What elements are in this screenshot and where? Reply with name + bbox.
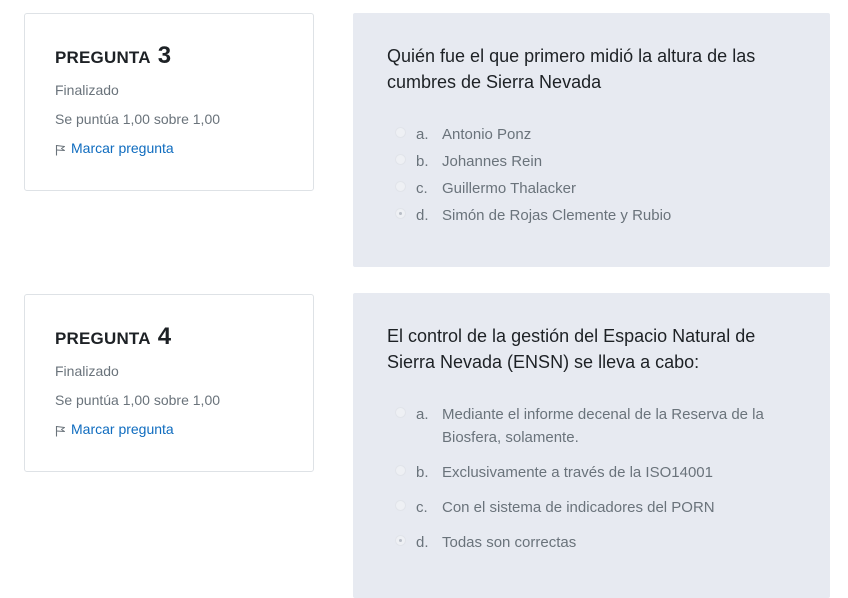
answer-letter: c. [416, 180, 428, 197]
flag-question-label: Marcar pregunta [71, 421, 174, 437]
question-state: Finalizado [55, 363, 119, 379]
answer-letter: c. [416, 499, 428, 516]
radio-button-selected[interactable] [395, 208, 406, 219]
answer-option-b[interactable]: b. Johannes Rein [387, 150, 796, 173]
answer-text: Con el sistema de indicadores del PORN [442, 499, 715, 516]
radio-button-selected[interactable] [395, 535, 406, 546]
answer-letter: b. [416, 464, 429, 481]
answer-option-a[interactable]: a. Mediante el informe decenal de la Res… [387, 403, 796, 449]
answer-option-c[interactable]: c. Guillermo Thalacker [387, 177, 796, 200]
radio-button[interactable] [395, 500, 406, 511]
answer-option-d[interactable]: d. Simón de Rojas Clemente y Rubio [387, 204, 796, 227]
question-state: Finalizado [55, 82, 119, 98]
answer-text: Todas son correctas [442, 534, 577, 551]
question-text: Quién fue el que primero midió la altura… [387, 46, 756, 92]
radio-button[interactable] [395, 407, 406, 418]
question-label: PREGUNTA [55, 48, 151, 67]
question-number-value: 3 [157, 42, 172, 69]
answer-letter: b. [416, 153, 429, 170]
radio-button[interactable] [395, 154, 406, 165]
question-text: El control de la gestión del Espacio Nat… [387, 326, 756, 372]
question-grade: Se puntúa 1,00 sobre 1,00 [55, 111, 221, 127]
answer-text: Simón de Rojas Clemente y Rubio [442, 207, 672, 224]
flag-question-link[interactable]: Marcar pregunta [55, 421, 313, 437]
flag-question-label: Marcar pregunta [71, 140, 174, 156]
question-content-panel: Quién fue el que primero midió la altura… [353, 13, 830, 267]
answer-text: Exclusivamente a través de la ISO14001 [442, 464, 713, 481]
answer-text: Johannes Rein [442, 153, 543, 170]
answer-option-c[interactable]: c. Con el sistema de indicadores del POR… [387, 496, 796, 519]
question-info-panel: PREGUNTA 3 Finalizado Se puntúa 1,00 sob… [24, 13, 314, 191]
flag-icon [55, 145, 65, 156]
answer-letter: a. [416, 406, 429, 423]
question-grade: Se puntúa 1,00 sobre 1,00 [55, 392, 221, 408]
answer-list: a. Antonio Ponz b. Johannes Rein c. Guil… [387, 123, 796, 227]
answer-option-d[interactable]: d. Todas son correctas [387, 531, 796, 554]
answer-letter: d. [416, 534, 429, 551]
question-label: PREGUNTA [55, 329, 151, 348]
answer-letter: a. [416, 126, 429, 143]
answer-text: Mediante el informe decenal de la Reserv… [442, 406, 764, 446]
question-info-panel: PREGUNTA 4 Finalizado Se puntúa 1,00 sob… [24, 294, 314, 472]
answer-text: Guillermo Thalacker [442, 180, 576, 197]
question-number-value: 4 [157, 323, 172, 350]
answer-option-a[interactable]: a. Antonio Ponz [387, 123, 796, 146]
question-number: PREGUNTA 3 [55, 42, 313, 70]
radio-button[interactable] [395, 127, 406, 138]
answer-text: Antonio Ponz [442, 126, 532, 143]
answer-list: a. Mediante el informe decenal de la Res… [387, 403, 796, 554]
flag-icon [55, 426, 65, 437]
radio-button[interactable] [395, 465, 406, 476]
question-content-panel: El control de la gestión del Espacio Nat… [353, 293, 830, 598]
flag-question-link[interactable]: Marcar pregunta [55, 140, 313, 156]
question-number: PREGUNTA 4 [55, 323, 313, 351]
answer-letter: d. [416, 207, 429, 224]
radio-button[interactable] [395, 181, 406, 192]
answer-option-b[interactable]: b. Exclusivamente a través de la ISO1400… [387, 461, 796, 484]
